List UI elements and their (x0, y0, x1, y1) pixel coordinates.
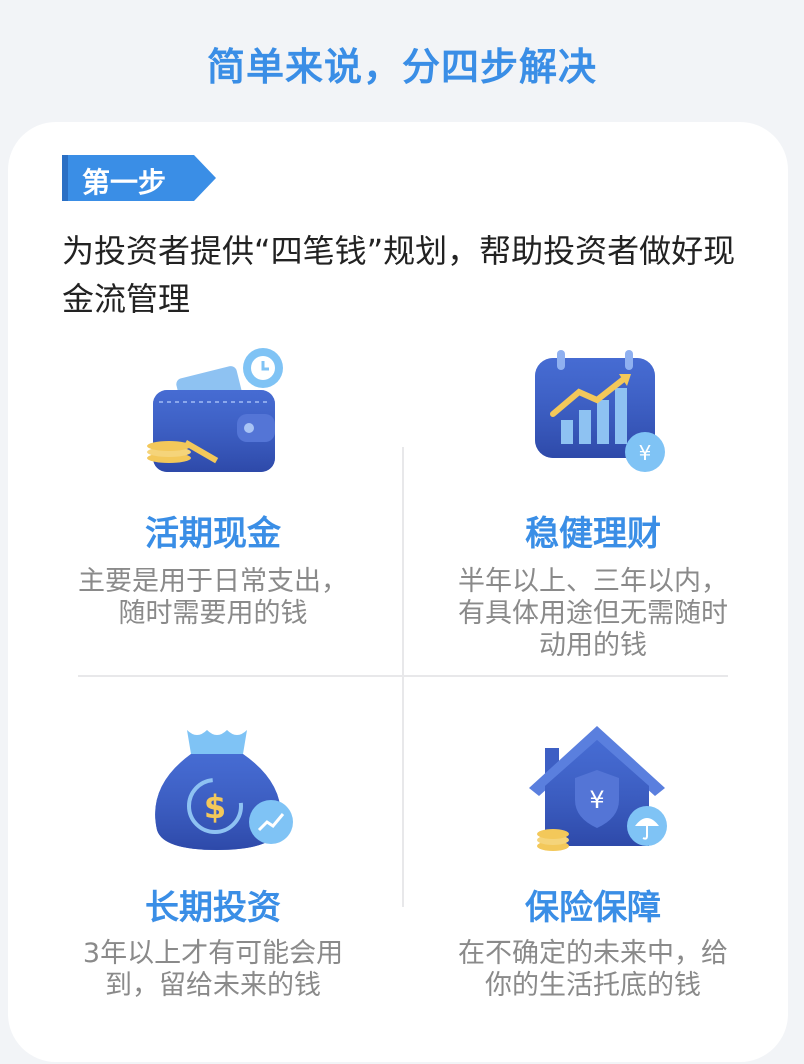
item-description: 半年以上、三年以内，有具体用途但无需随时动用的钱 (458, 566, 728, 661)
svg-text:¥: ¥ (589, 786, 604, 814)
calendar-chart-icon: ¥ (523, 344, 673, 478)
grid-divider-horizontal (78, 675, 728, 677)
item-description: 3年以上才有可能会用到，留给未来的钱 (82, 938, 344, 1001)
item-title: 保险保障 (525, 888, 661, 928)
item-description: 在不确定的未来中，给你的生活托底的钱 (458, 938, 728, 1001)
item-title: 活期现金 (145, 514, 281, 554)
money-bag-icon: $ (143, 726, 293, 860)
item-title: 长期投资 (145, 888, 281, 928)
svg-text:$: $ (204, 788, 226, 826)
step-tag-label: 第一步 (82, 166, 167, 199)
item-description: 主要是用于日常支出，随时需要用的钱 (78, 566, 348, 629)
step-description: 为投资者提供“四笔钱”规划，帮助投资者做好现金流管理 (62, 232, 736, 318)
step-tag: 第一步 (62, 155, 216, 201)
wallet-icon (143, 344, 293, 478)
grid-divider-vertical (402, 447, 404, 907)
item-title: 稳健理财 (525, 514, 661, 554)
page-title: 简单来说，分四步解决 (206, 45, 597, 89)
insured-house-icon: ¥ (523, 722, 673, 860)
step-card: 第一步 为投资者提供“四笔钱”规划，帮助投资者做好现金流管理 活期现金 主要是用… (8, 122, 788, 1062)
svg-text:¥: ¥ (639, 441, 652, 465)
